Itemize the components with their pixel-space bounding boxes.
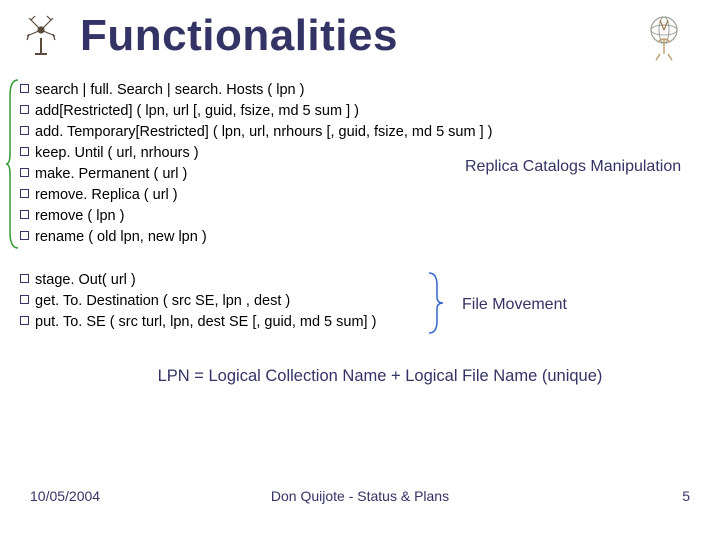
- windmill-icon: [20, 14, 62, 58]
- list-item: rename ( old lpn, new lpn ): [20, 227, 690, 248]
- bullet-icon: [20, 295, 29, 304]
- list-item: search | full. Search | search. Hosts ( …: [20, 80, 690, 101]
- bullet-icon: [20, 316, 29, 325]
- brace-icon: [6, 76, 20, 252]
- footer-date: 10/05/2004: [30, 488, 100, 504]
- list-item: add[Restricted] ( lpn, url [, guid, fsiz…: [20, 101, 690, 122]
- bullet-icon: [20, 231, 29, 240]
- bullet-icon: [20, 168, 29, 177]
- bullet-icon: [20, 105, 29, 114]
- bullet-icon: [20, 126, 29, 135]
- list-item: put. To. SE ( src turl, lpn, dest SE [, …: [20, 312, 690, 333]
- atlas-globe-icon: [638, 10, 690, 62]
- list-item: get. To. Destination ( src SE, lpn , des…: [20, 291, 690, 312]
- bullet-icon: [20, 189, 29, 198]
- group-file-movement: stage. Out( url ) get. To. Destination (…: [20, 270, 690, 333]
- list-item: stage. Out( url ): [20, 270, 690, 291]
- list-item: add. Temporary[Restricted] ( lpn, url, n…: [20, 122, 690, 143]
- bullet-icon: [20, 84, 29, 93]
- bullet-icon: [20, 147, 29, 156]
- slide-title: Functionalities: [80, 11, 398, 61]
- footer-title: Don Quijote - Status & Plans: [271, 488, 449, 504]
- annotation-replica: Replica Catalogs Manipulation: [465, 158, 681, 176]
- slide-header: Functionalities: [20, 10, 690, 62]
- annotation-filemove: File Movement: [462, 296, 567, 314]
- list-item: remove. Replica ( url ): [20, 185, 690, 206]
- bullet-icon: [20, 274, 29, 283]
- group-replica-catalogs: search | full. Search | search. Hosts ( …: [20, 80, 690, 248]
- slide-footer: 10/05/2004 Don Quijote - Status & Plans …: [0, 488, 720, 504]
- list-item: remove ( lpn ): [20, 206, 690, 227]
- bullet-icon: [20, 210, 29, 219]
- footer-page: 5: [682, 488, 690, 504]
- functions-list-2: stage. Out( url ) get. To. Destination (…: [20, 270, 690, 333]
- lpn-note: LPN = Logical Collection Name + Logical …: [20, 367, 690, 386]
